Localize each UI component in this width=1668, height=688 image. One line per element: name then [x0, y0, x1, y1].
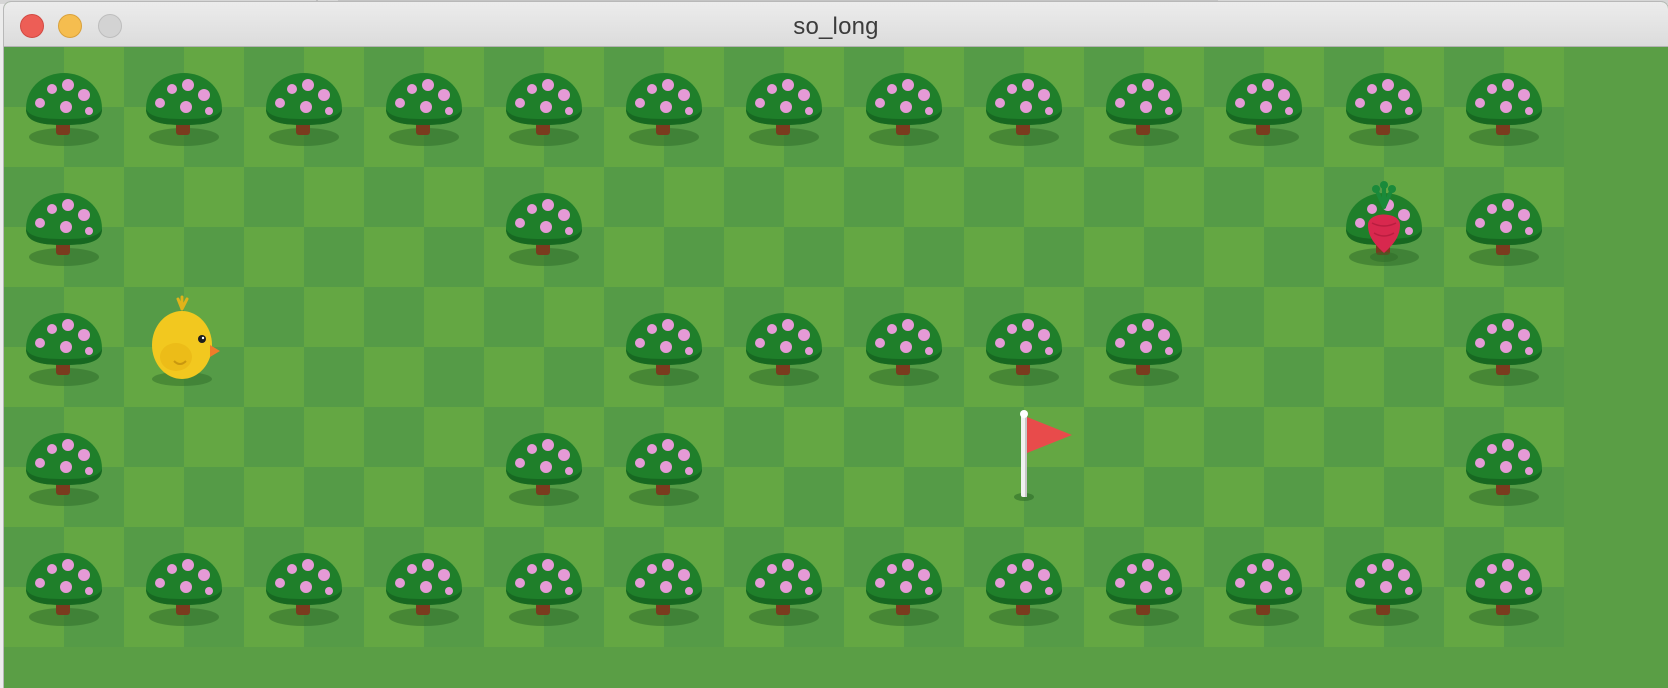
tree-wall-icon	[1106, 313, 1182, 386]
window-title: so_long	[793, 13, 879, 40]
tree-wall-icon	[1466, 433, 1542, 506]
tree-wall-icon	[746, 73, 822, 146]
tree-wall-icon	[1106, 553, 1182, 626]
tree-wall-icon	[626, 313, 702, 386]
tree-wall-icon	[266, 553, 342, 626]
tree-wall-icon	[386, 553, 462, 626]
tree-wall-icon	[866, 73, 942, 146]
tree-wall-icon	[506, 433, 582, 506]
tree-wall-icon	[146, 73, 222, 146]
tree-wall-icon	[1466, 73, 1542, 146]
tree-wall-icon	[1226, 73, 1302, 146]
tree-wall-icon	[986, 73, 1062, 146]
tree-wall-icon	[146, 553, 222, 626]
game-board	[4, 47, 1564, 647]
tree-wall-icon	[1466, 553, 1542, 626]
tree-wall-icon	[866, 313, 942, 386]
tree-wall-icon	[986, 553, 1062, 626]
tree-wall-icon	[1346, 73, 1422, 146]
tree-wall-icon	[1226, 553, 1302, 626]
tree-wall-icon	[746, 313, 822, 386]
tree-wall-icon	[1466, 313, 1542, 386]
tree-wall-icon	[506, 73, 582, 146]
tree-wall-icon	[506, 193, 582, 266]
tree-wall-icon	[26, 553, 102, 626]
game-window: so_long	[4, 2, 1668, 688]
game-canvas[interactable]	[4, 47, 1668, 688]
tree-wall-icon	[1106, 73, 1182, 146]
tree-wall-icon	[26, 193, 102, 266]
tree-wall-icon	[986, 313, 1062, 386]
window-titlebar[interactable]: so_long	[4, 2, 1668, 47]
tree-wall-icon	[746, 553, 822, 626]
tree-wall-icon	[626, 433, 702, 506]
tree-wall-icon	[506, 553, 582, 626]
tree-wall-icon	[866, 553, 942, 626]
tree-wall-icon	[1466, 193, 1542, 266]
tree-wall-icon	[1346, 553, 1422, 626]
tree-wall-icon	[26, 433, 102, 506]
tree-wall-icon	[626, 73, 702, 146]
tree-wall-icon	[626, 553, 702, 626]
tree-wall-icon	[26, 313, 102, 386]
tree-wall-icon	[266, 73, 342, 146]
tree-wall-icon	[386, 73, 462, 146]
tree-wall-icon	[26, 73, 102, 146]
